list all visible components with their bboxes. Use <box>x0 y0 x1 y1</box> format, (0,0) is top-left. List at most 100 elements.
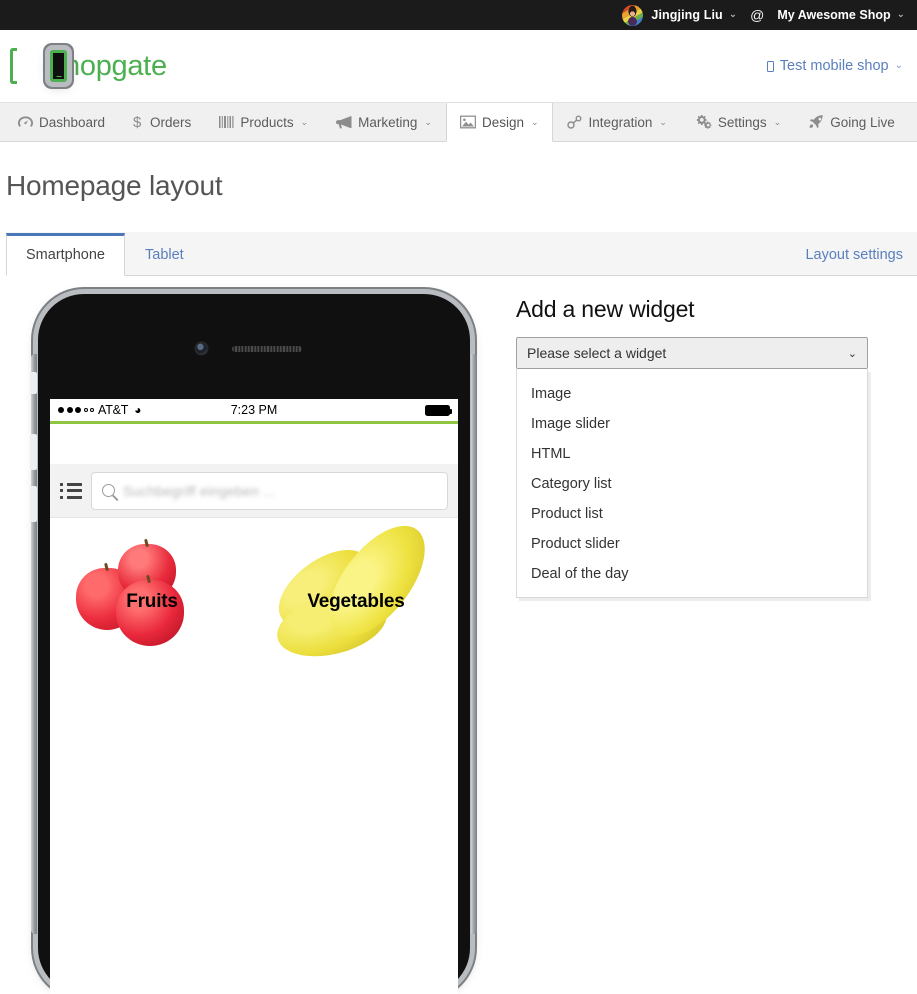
earpiece-speaker <box>232 346 302 352</box>
tab-smartphone[interactable]: Smartphone <box>6 233 125 276</box>
device-tabs-wrapper: Smartphone Tablet Layout settings <box>6 232 917 276</box>
widget-option-product-slider[interactable]: Product slider <box>517 529 867 559</box>
phone-right-rail <box>471 354 477 934</box>
category-tile-label: Fruits <box>126 591 178 612</box>
widget-options-list: Image Image slider HTML Category list Pr… <box>516 369 868 598</box>
widget-option-image-slider[interactable]: Image slider <box>517 409 867 439</box>
widget-option-product-list[interactable]: Product list <box>517 499 867 529</box>
shopgate-phone-icon <box>10 48 67 84</box>
nav-label: Products <box>240 114 294 130</box>
nav-label: Design <box>481 114 524 130</box>
phone-screen: AT&T ◕ 7:23 PM Suchbegriff eingeben ... … <box>50 399 458 994</box>
chevron-down-icon: ⌄ <box>894 59 903 71</box>
phone-preview-column: AT&T ◕ 7:23 PM Suchbegriff eingeben ... … <box>6 276 506 994</box>
status-bar-left: AT&T ◕ <box>58 403 141 417</box>
nav-label: Going Live <box>830 114 895 130</box>
category-tile-label: Vegetables <box>307 591 405 612</box>
nav-item-dashboard[interactable]: Dashboard <box>4 103 119 141</box>
nav-item-products[interactable]: Products ⌄ <box>205 103 322 141</box>
app-header-spacer <box>50 424 458 464</box>
widget-picker-column: Add a new widget Please select a widget … <box>506 276 917 994</box>
volume-down-button <box>30 486 37 522</box>
dashboard-icon <box>18 115 33 129</box>
signal-strength-icon <box>58 407 94 413</box>
widget-option-image[interactable]: Image <box>517 379 867 409</box>
status-bar-right <box>425 404 452 416</box>
device-tabs: Smartphone Tablet Layout settings <box>6 232 917 276</box>
nav-label: Marketing <box>358 114 418 130</box>
test-mobile-shop-link[interactable]: Test mobile shop ⌄ <box>766 58 903 74</box>
search-input[interactable]: Suchbegriff eingeben ... <box>91 471 448 510</box>
page-title: Homepage layout <box>6 170 223 201</box>
nav-item-integration[interactable]: Integration ⌄ <box>553 103 681 141</box>
search-icon <box>102 484 115 497</box>
shop-name: My Awesome Shop <box>777 8 891 22</box>
dollar-icon: $ <box>133 114 144 130</box>
list-menu-icon[interactable] <box>60 482 82 499</box>
status-bar-clock: 7:23 PM <box>230 403 278 417</box>
barcode-icon <box>219 115 234 129</box>
nav-label: Orders <box>150 114 192 130</box>
top-account-bar: Jingjing Liu ⌄ @ My Awesome Shop ⌄ <box>0 0 917 30</box>
nav-item-marketing[interactable]: Marketing ⌄ <box>322 103 446 141</box>
nav-item-settings[interactable]: Settings ⌄ <box>681 103 795 141</box>
chevron-down-icon: ⌄ <box>531 116 539 127</box>
add-widget-heading: Add a new widget <box>516 296 695 322</box>
volume-up-button <box>30 434 37 470</box>
test-mobile-shop-label: Test mobile shop <box>779 58 889 74</box>
battery-full-icon <box>425 404 452 416</box>
wifi-icon: ◕ <box>134 403 142 417</box>
ios-status-bar: AT&T ◕ 7:23 PM <box>50 399 458 421</box>
smartphone-mockup: AT&T ◕ 7:23 PM Suchbegriff eingeben ... … <box>30 294 477 994</box>
widget-select-value: Please select a widget <box>527 345 667 361</box>
link-icon <box>566 115 583 129</box>
silent-switch <box>30 372 37 394</box>
widget-option-category-list[interactable]: Category list <box>517 469 867 499</box>
avatar <box>622 4 644 26</box>
main-navigation: Dashboard $ Orders Products ⌄ Marketing … <box>0 103 917 142</box>
shop-menu[interactable]: My Awesome Shop ⌄ <box>777 8 905 22</box>
nav-item-design[interactable]: Design ⌄ <box>445 103 553 142</box>
tab-label: Tablet <box>145 247 184 263</box>
nav-item-going-live[interactable]: Going Live <box>795 103 909 141</box>
svg-text:$: $ <box>133 114 142 130</box>
mobile-phone-icon <box>766 60 774 72</box>
category-tiles: Fruits Vegetables <box>50 509 458 686</box>
user-name: Jingjing Liu <box>651 8 723 22</box>
page-body: Homepage layout Smartphone Tablet Layout… <box>0 170 917 994</box>
layout-settings-link[interactable]: Layout settings <box>805 234 917 275</box>
carrier-name: AT&T <box>98 403 129 417</box>
nav-label: Dashboard <box>39 114 106 130</box>
layout-editor-panel: AT&T ◕ 7:23 PM Suchbegriff eingeben ... … <box>6 276 917 994</box>
shopgate-logo[interactable]: Shopgate <box>10 48 167 84</box>
nav-label: Integration <box>588 114 653 130</box>
chevron-down-icon: ⌄ <box>424 116 432 127</box>
front-camera-icon <box>196 343 207 354</box>
chevron-down-icon: ⌄ <box>300 116 309 127</box>
brand-header: Shopgate Test mobile shop ⌄ <box>0 30 917 103</box>
nav-label: Settings <box>717 114 767 130</box>
widget-select[interactable]: Please select a widget ⌄ <box>516 337 868 369</box>
chevron-down-icon: ⌄ <box>728 8 738 20</box>
category-tile-vegetables[interactable]: Vegetables <box>254 509 458 686</box>
chevron-down-icon: ⌄ <box>847 347 857 360</box>
widget-option-deal-of-the-day[interactable]: Deal of the day <box>517 559 867 589</box>
widget-option-html[interactable]: HTML <box>517 439 867 469</box>
tab-label: Smartphone <box>26 247 105 263</box>
tab-tablet[interactable]: Tablet <box>125 233 204 276</box>
category-tile-fruits[interactable]: Fruits <box>50 518 254 686</box>
chevron-down-icon: ⌄ <box>896 8 905 20</box>
user-menu[interactable]: Jingjing Liu ⌄ <box>622 4 738 26</box>
layout-settings-label: Layout settings <box>805 247 903 263</box>
megaphone-icon <box>336 115 352 129</box>
rocket-icon <box>809 115 824 129</box>
app-search-row: Suchbegriff eingeben ... <box>50 464 458 518</box>
apple-shape <box>116 580 184 646</box>
chevron-down-icon: ⌄ <box>659 116 667 127</box>
at-separator-icon: @ <box>750 7 765 23</box>
image-icon <box>459 115 476 129</box>
chevron-down-icon: ⌄ <box>773 116 782 127</box>
nav-item-orders[interactable]: $ Orders <box>119 103 205 141</box>
search-placeholder: Suchbegriff eingeben ... <box>123 482 276 499</box>
gears-icon <box>695 115 712 129</box>
